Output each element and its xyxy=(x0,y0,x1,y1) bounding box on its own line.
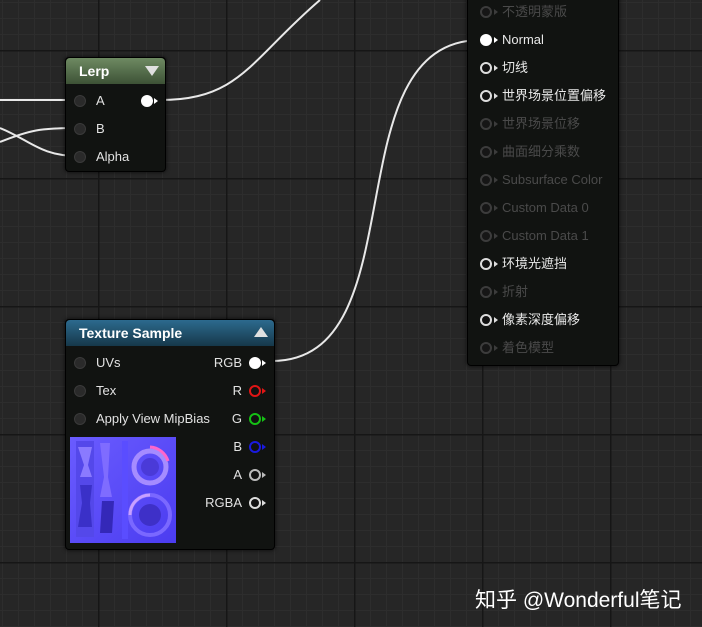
pin-label: Tex xyxy=(96,383,117,398)
output-pin-icon[interactable] xyxy=(249,469,261,481)
pin-label: Subsurface Color xyxy=(502,172,603,187)
pin-label: RGB xyxy=(213,355,242,370)
pin-label: 像素深度偏移 xyxy=(502,312,581,327)
pin-label: B xyxy=(233,439,242,454)
pin-arrow-icon xyxy=(494,9,498,15)
pin-arrow-icon xyxy=(494,345,498,351)
pin-label: Custom Data 1 xyxy=(502,228,589,243)
input-pin-icon[interactable] xyxy=(480,202,492,214)
output-a[interactable]: A xyxy=(196,466,266,484)
input-pin-icon[interactable] xyxy=(480,146,492,158)
pin-label: B xyxy=(96,121,105,136)
pin-label: 环境光遮挡 xyxy=(502,256,568,271)
texture-sample-title: Texture Sample xyxy=(79,325,183,341)
input-pin-icon[interactable] xyxy=(480,90,492,102)
output-rgb[interactable]: RGB xyxy=(196,354,266,372)
input-pin-icon[interactable] xyxy=(74,385,86,397)
pin-arrow-icon xyxy=(494,149,498,155)
input-pin-icon[interactable] xyxy=(74,123,86,135)
pin-arrow-icon xyxy=(494,177,498,183)
pin-label: 切线 xyxy=(502,60,529,75)
pin-arrow-icon xyxy=(494,233,498,239)
output-arrow-icon xyxy=(262,360,266,366)
output-arrow-icon xyxy=(262,444,266,450)
pin-label: 世界场景位移 xyxy=(502,116,581,131)
output-arrow-icon xyxy=(262,500,266,506)
pin-label: 曲面细分乘数 xyxy=(502,144,581,159)
pin-arrow-icon xyxy=(494,261,498,267)
pin-label: RGBA xyxy=(205,495,242,510)
pin-label: 折射 xyxy=(502,284,529,299)
material-result-node[interactable]: 不透明蒙版 Normal 切线 世界场景位置偏移 世界场景位移 曲面细分乘数 S… xyxy=(467,0,619,366)
pin-arrow-icon xyxy=(494,205,498,211)
wire-rgb-to-normal xyxy=(271,39,482,362)
watermark: 知乎 @Wonderful笔记 xyxy=(475,589,682,612)
lerp-node[interactable]: Lerp A B Alpha xyxy=(65,57,166,172)
lerp-title: Lerp xyxy=(79,63,110,79)
pin-label: 着色模型 xyxy=(502,340,555,355)
output-arrow-icon xyxy=(262,472,266,478)
input-pin-icon[interactable] xyxy=(480,314,492,326)
output-pin-icon[interactable] xyxy=(249,441,261,453)
output-arrow-icon xyxy=(262,416,266,422)
input-pin-icon[interactable] xyxy=(74,151,86,163)
pin-label: G xyxy=(231,411,242,426)
pin-label: Apply View MipBias xyxy=(96,411,210,426)
pin-label: A xyxy=(233,467,242,482)
output-b[interactable]: B xyxy=(196,438,266,456)
input-pin-icon[interactable] xyxy=(480,286,492,298)
pin-arrow-icon xyxy=(494,317,498,323)
output-rgba[interactable]: RGBA xyxy=(196,494,266,512)
collapse-arrow-icon[interactable] xyxy=(145,66,159,76)
input-pin-icon[interactable] xyxy=(480,174,492,186)
pin-label: Alpha xyxy=(96,149,130,164)
pin-arrow-icon xyxy=(494,289,498,295)
output-r[interactable]: R xyxy=(196,382,266,400)
pin-arrow-icon xyxy=(494,37,498,43)
output-pin-icon[interactable] xyxy=(141,95,153,107)
pin-label: 世界场景位置偏移 xyxy=(502,88,607,103)
input-pin-icon[interactable] xyxy=(74,413,86,425)
pin-label: UVs xyxy=(96,355,121,370)
input-pin-icon[interactable] xyxy=(480,62,492,74)
output-pin-icon[interactable] xyxy=(249,357,261,369)
input-pin-icon[interactable] xyxy=(74,95,86,107)
input-pin-icon[interactable] xyxy=(74,357,86,369)
collapse-arrow-icon[interactable] xyxy=(254,327,268,337)
pin-arrow-icon xyxy=(494,93,498,99)
input-pin-icon[interactable] xyxy=(480,342,492,354)
texture-sample-node[interactable]: Texture Sample UVs Tex Apply View MipBia… xyxy=(65,319,275,550)
input-pin-icon[interactable] xyxy=(480,118,492,130)
output-pin-icon[interactable] xyxy=(249,385,261,397)
input-pin-icon[interactable] xyxy=(480,6,492,18)
pin-arrow-icon xyxy=(494,65,498,71)
pin-label: Normal xyxy=(502,32,544,47)
input-pin-icon[interactable] xyxy=(480,258,492,270)
input-pin-icon[interactable] xyxy=(480,34,492,46)
wire-lerp-a-out xyxy=(159,0,321,101)
pin-label: R xyxy=(232,383,242,398)
texture-preview-thumbnail[interactable] xyxy=(70,437,176,543)
pin-label: Custom Data 0 xyxy=(502,200,589,215)
lerp-node-header[interactable]: Lerp xyxy=(66,58,165,84)
texture-sample-header[interactable]: Texture Sample xyxy=(66,320,274,346)
output-arrow-icon xyxy=(262,388,266,394)
pin-label: 不透明蒙版 xyxy=(502,4,568,19)
pin-label: A xyxy=(96,93,105,108)
input-pin-icon[interactable] xyxy=(480,230,492,242)
output-pin-icon[interactable] xyxy=(249,497,261,509)
pin-arrow-icon xyxy=(494,121,498,127)
output-g[interactable]: G xyxy=(196,410,266,428)
output-pin-icon[interactable] xyxy=(249,413,261,425)
output-arrow-icon xyxy=(154,98,158,104)
